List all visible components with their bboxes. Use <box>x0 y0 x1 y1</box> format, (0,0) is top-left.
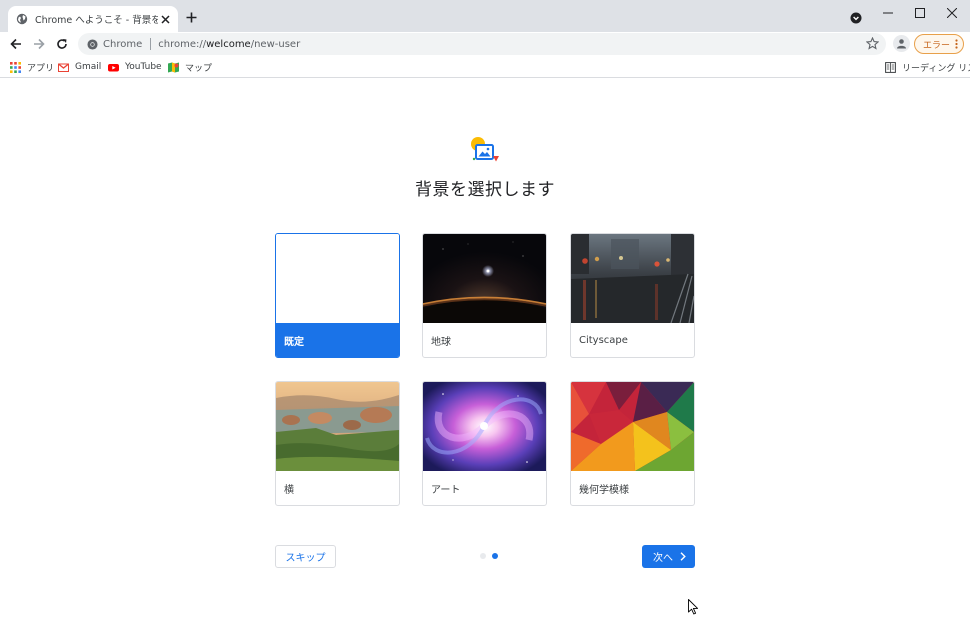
kebab-menu-icon <box>955 39 958 49</box>
gmail-icon <box>58 63 69 72</box>
tab-strip: Chrome へようこそ - 背景を選択します <box>0 0 970 32</box>
maximize-icon <box>915 8 925 18</box>
profile-avatar-button[interactable] <box>893 35 910 52</box>
bookmark-youtube[interactable]: YouTube <box>108 59 162 75</box>
url-host: chrome:// <box>158 38 207 50</box>
close-icon <box>947 8 957 18</box>
minimize-icon <box>883 12 893 14</box>
reading-list-label: リーディング リスト <box>902 63 970 74</box>
chevron-right-icon <box>680 552 686 561</box>
bookmarks-bar: アプリ Gmail YouTube マップ リーディング リスト <box>0 56 970 78</box>
error-menu-button[interactable]: エラー <box>914 34 964 54</box>
globe-icon <box>16 13 28 25</box>
step-dot-2-active <box>492 553 498 559</box>
error-label: エラー <box>923 40 951 51</box>
tab-search-button[interactable] <box>850 12 862 24</box>
step-indicator <box>480 553 500 560</box>
url-path-bold: welcome <box>206 38 251 50</box>
background-option-landscape[interactable]: 横 <box>275 381 400 506</box>
reading-list-icon <box>885 61 896 73</box>
bookmark-label: アプリ <box>27 63 55 74</box>
background-option-earth[interactable]: 地球 <box>422 233 547 358</box>
apps-grid-icon <box>10 61 21 73</box>
maps-icon <box>168 62 179 72</box>
youtube-icon <box>108 63 119 71</box>
plus-icon <box>186 12 196 22</box>
address-separator <box>150 38 152 50</box>
bookmark-gmail[interactable]: Gmail <box>58 59 101 75</box>
welcome-page: 背景を選択します 既定 地球 Cityscape 横 アート 幾何学模様 スキッ… <box>0 79 970 625</box>
page-title: 背景を選択します <box>415 180 555 200</box>
card-label: 地球 <box>431 336 451 348</box>
bookmark-label: Gmail <box>75 62 102 72</box>
background-picture-icon <box>471 137 499 162</box>
card-label: アート <box>431 484 461 496</box>
skip-button[interactable]: スキップ <box>275 545 336 568</box>
arrow-right-icon <box>34 38 45 50</box>
cityscape-thumbnail <box>571 234 694 323</box>
maximize-button[interactable] <box>906 2 934 24</box>
card-label: 既定 <box>276 323 399 357</box>
mouse-cursor-icon <box>688 599 699 615</box>
card-label: Cityscape <box>579 334 628 346</box>
active-tab[interactable]: Chrome へようこそ - 背景を選択します <box>8 6 178 32</box>
forward-button[interactable] <box>30 35 48 53</box>
person-icon <box>897 39 906 49</box>
minimize-button[interactable] <box>874 2 902 24</box>
background-option-default[interactable]: 既定 <box>275 233 400 358</box>
card-label: 幾何学模様 <box>579 484 629 496</box>
reading-list-button[interactable]: リーディング リスト <box>885 59 970 75</box>
next-button[interactable]: 次へ <box>642 545 695 568</box>
address-bar[interactable]: Chrome chrome://welcome/new-user <box>78 33 886 55</box>
earth-thumbnail <box>423 234 546 323</box>
background-option-art[interactable]: アート <box>422 381 547 506</box>
tab-title: Chrome へようこそ - 背景を選択します <box>35 15 158 26</box>
bookmark-apps[interactable]: アプリ <box>10 59 54 75</box>
url-text: chrome://welcome/new-user <box>158 39 300 50</box>
tab-close-button[interactable] <box>158 12 172 26</box>
arrow-left-icon <box>10 38 21 50</box>
window-close-button[interactable] <box>938 2 966 24</box>
bookmark-star-icon[interactable] <box>866 37 879 50</box>
landscape-thumbnail <box>276 382 399 471</box>
bookmark-label: マップ <box>185 63 213 74</box>
bookmark-label: YouTube <box>125 62 162 72</box>
reload-button[interactable] <box>53 35 71 53</box>
background-option-geometric[interactable]: 幾何学模様 <box>570 381 695 506</box>
back-button[interactable] <box>7 35 25 53</box>
art-thumbnail <box>423 382 546 471</box>
background-option-cityscape[interactable]: Cityscape <box>570 233 695 358</box>
reload-icon <box>57 39 67 49</box>
chrome-icon <box>87 38 98 50</box>
origin-chip: Chrome <box>103 38 143 50</box>
bookmark-maps[interactable]: マップ <box>168 59 212 75</box>
step-dot-1 <box>480 553 486 559</box>
card-label: 横 <box>284 484 294 496</box>
url-path-rest: /new-user <box>250 38 301 50</box>
close-icon <box>160 14 170 24</box>
new-tab-button[interactable] <box>183 9 199 25</box>
default-thumbnail <box>276 234 399 323</box>
next-label: 次へ <box>653 553 673 564</box>
toolbar: Chrome chrome://welcome/new-user エラー <box>0 32 970 56</box>
geometric-thumbnail <box>571 382 694 471</box>
